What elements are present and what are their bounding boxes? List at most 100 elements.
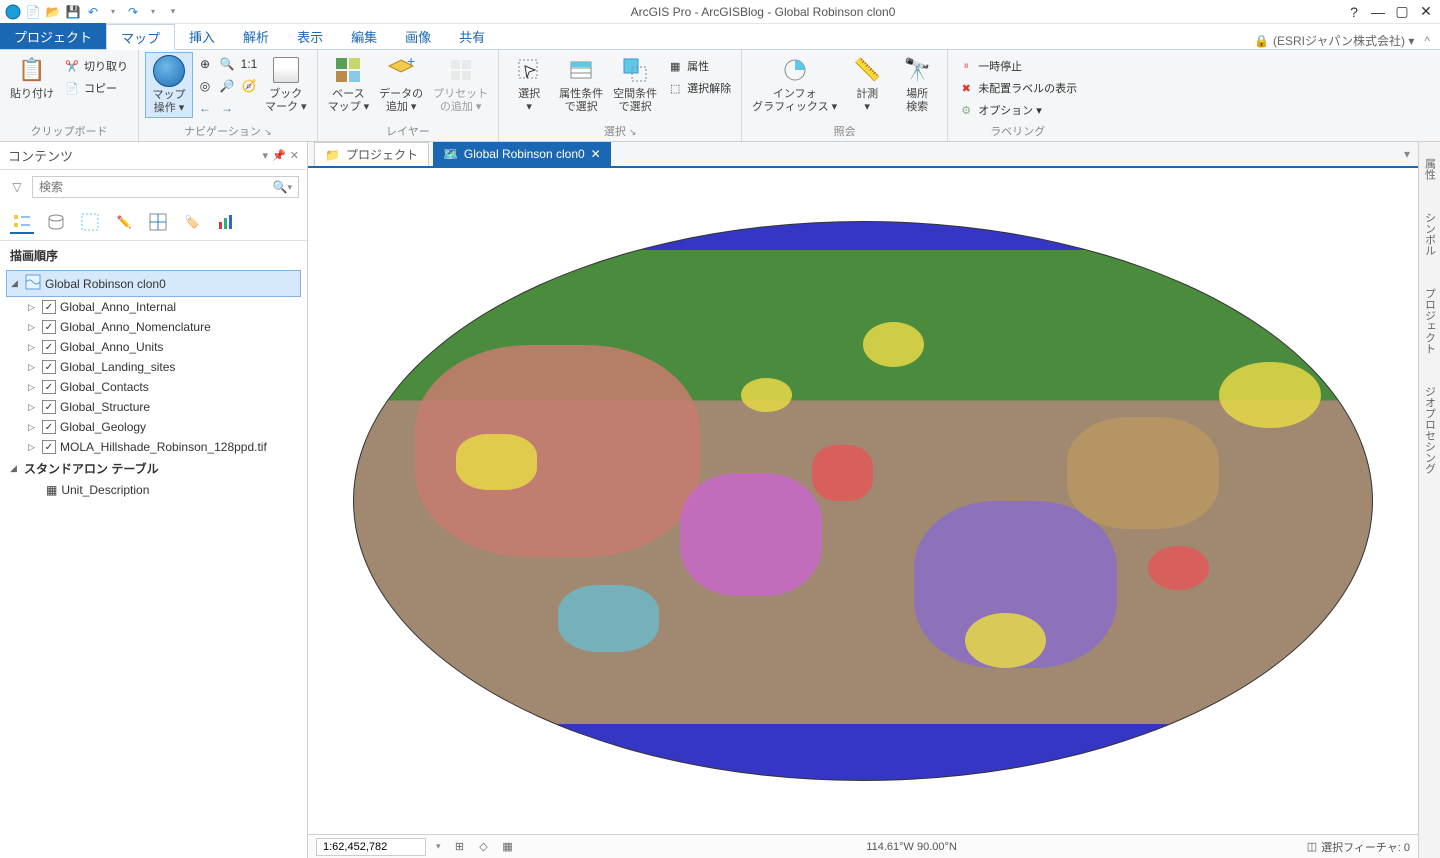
paste-button[interactable]: 📋 貼り付け [6,52,58,103]
select-button[interactable]: 選択 ▾ [505,52,553,116]
clear-selection-button[interactable]: ⬚選択解除 [663,78,735,98]
visibility-checkbox[interactable]: ✓ [42,400,56,414]
pane-options-icon[interactable]: ▾ [263,149,269,162]
tab-file[interactable]: プロジェクト [0,23,106,49]
label-options-button[interactable]: ⚙オプション ▾ [954,100,1081,120]
tab-view[interactable]: 表示 [283,23,337,49]
redo-icon[interactable]: ↷ [124,3,142,21]
layer-item[interactable]: ▷✓Global_Contacts [6,377,301,397]
dock-tab-project[interactable]: プロジェクト [1420,282,1440,360]
view-tab-menu-icon[interactable]: ▾ [1404,147,1418,161]
standalone-tables-header[interactable]: ◢ スタンドアロン テーブル [6,457,301,480]
visibility-checkbox[interactable]: ✓ [42,300,56,314]
filter-icon[interactable]: ▽ [8,178,26,196]
close-icon[interactable]: ✕ [1416,2,1436,22]
infographics-button[interactable]: インフォ グラフィックス ▾ [748,52,841,116]
visibility-checkbox[interactable]: ✓ [42,380,56,394]
expand-icon[interactable]: ▷ [28,362,38,373]
qat-customize-icon[interactable]: ▾ [164,3,182,21]
undo-icon[interactable]: ↶ [84,3,102,21]
grid-icon[interactable]: ⊞ [451,838,469,856]
collapse-icon[interactable]: ◢ [11,278,21,289]
map-canvas[interactable] [308,168,1418,834]
unplaced-labels-button[interactable]: ✖未配置ラベルの表示 [954,78,1081,98]
standalone-table-item[interactable]: ▦ Unit_Description [6,480,301,500]
copy-button[interactable]: 📄コピー [60,78,132,98]
compass-icon[interactable]: 🧭 [239,76,259,96]
pane-pin-icon[interactable]: 📌 [272,149,286,162]
visibility-checkbox[interactable]: ✓ [42,340,56,354]
list-datasource-icon[interactable] [44,210,68,234]
zoom-selection-icon[interactable]: ◎ [195,76,215,96]
minimize-icon[interactable]: — [1368,2,1388,22]
expand-icon[interactable]: ▷ [28,302,38,313]
add-preset-button[interactable]: プリセット の追加 ▾ [429,52,492,116]
select-by-attr-button[interactable]: 属性条件 で選択 [555,52,607,116]
select-by-loc-button[interactable]: 空間条件 で選択 [609,52,661,116]
tab-imagery[interactable]: 画像 [391,23,445,49]
list-charts-icon[interactable] [214,210,238,234]
save-icon[interactable]: 💾 [64,3,82,21]
search-dropdown-icon[interactable]: ▾ [287,182,292,193]
fixed-zoom-in-icon[interactable]: 🔍 [217,54,237,74]
explore-button[interactable]: マップ 操作 ▾ [145,52,193,118]
search-input[interactable] [39,180,273,194]
visibility-checkbox[interactable]: ✓ [42,420,56,434]
basemap-button[interactable]: ベース マップ ▾ [324,52,374,116]
undo-dropdown-icon[interactable]: ▾ [104,3,122,21]
tab-insert[interactable]: 挿入 [175,23,229,49]
maximize-icon[interactable]: ▢ [1392,2,1412,22]
next-extent-icon[interactable]: → [217,98,237,118]
snap-icon[interactable]: ◇ [475,838,493,856]
dialog-launcher-icon[interactable]: ↘ [264,127,272,137]
coordinates-display[interactable]: 114.61°W 90.00°N [527,841,1297,853]
visibility-checkbox[interactable]: ✓ [42,440,56,454]
tab-analysis[interactable]: 解析 [229,23,283,49]
layer-item[interactable]: ▷✓Global_Anno_Internal [6,297,301,317]
layer-item[interactable]: ▷✓Global_Anno_Units [6,337,301,357]
constraints-icon[interactable]: ▦ [499,838,517,856]
prev-extent-icon[interactable]: ← [195,98,215,118]
redo-dropdown-icon[interactable]: ▾ [144,3,162,21]
view-tab-project[interactable]: 📁 プロジェクト [314,142,429,166]
measure-button[interactable]: 📏 計測 ▾ [843,52,891,116]
list-drawing-order-icon[interactable] [10,210,34,234]
attributes-button[interactable]: ▦属性 [663,56,735,76]
visibility-checkbox[interactable]: ✓ [42,360,56,374]
collapse-ribbon-icon[interactable]: ^ [1424,34,1430,48]
add-data-button[interactable]: + データの 追加 ▾ [375,52,427,116]
layer-item[interactable]: ▷✓MOLA_Hillshade_Robinson_128ppd.tif [6,437,301,457]
scale-dropdown-icon[interactable]: ▾ [436,841,441,852]
selected-features[interactable]: ◫ 選択フィーチャ: 0 [1307,839,1410,855]
open-project-icon[interactable]: 📂 [44,3,62,21]
layer-item[interactable]: ▷✓Global_Landing_sites [6,357,301,377]
zoom-1-1-icon[interactable]: 1:1 [239,54,259,74]
search-icon[interactable]: 🔍 [273,180,288,194]
expand-icon[interactable]: ▷ [28,342,38,353]
expand-icon[interactable]: ▷ [28,402,38,413]
list-editing-icon[interactable]: ✏️ [112,210,136,234]
pause-labels-button[interactable]: ⏸一時停止 [954,56,1081,76]
close-tab-icon[interactable]: ✕ [591,147,601,161]
locate-button[interactable]: 🔭 場所 検索 [893,52,941,116]
list-selection-icon[interactable] [78,210,102,234]
list-snapping-icon[interactable] [146,210,170,234]
expand-icon[interactable]: ▷ [28,322,38,333]
fixed-zoom-out-icon[interactable]: 🔎 [217,76,237,96]
collapse-icon[interactable]: ◢ [10,463,20,474]
tab-edit[interactable]: 編集 [337,23,391,49]
dialog-launcher-icon[interactable]: ↘ [629,127,637,137]
tab-share[interactable]: 共有 [445,23,499,49]
dock-tab-symbology[interactable]: シンボル [1420,206,1440,262]
view-tab-map[interactable]: 🗺️ Global Robinson clon0 ✕ [433,142,611,166]
bookmarks-button[interactable]: ブック マーク ▾ [261,52,311,116]
full-extent-icon[interactable]: ⊕ [195,54,215,74]
layer-item[interactable]: ▷✓Global_Structure [6,397,301,417]
visibility-checkbox[interactable]: ✓ [42,320,56,334]
dock-tab-attributes[interactable]: 属性 [1420,152,1440,186]
expand-icon[interactable]: ▷ [28,382,38,393]
cut-button[interactable]: ✂️切り取り [60,56,132,76]
pane-close-icon[interactable]: ✕ [290,149,299,162]
sign-in[interactable]: 🔒 (ESRIジャパン株式会社) ▾ ^ [1254,32,1440,49]
list-labeling-icon[interactable]: 🏷️ [180,210,204,234]
